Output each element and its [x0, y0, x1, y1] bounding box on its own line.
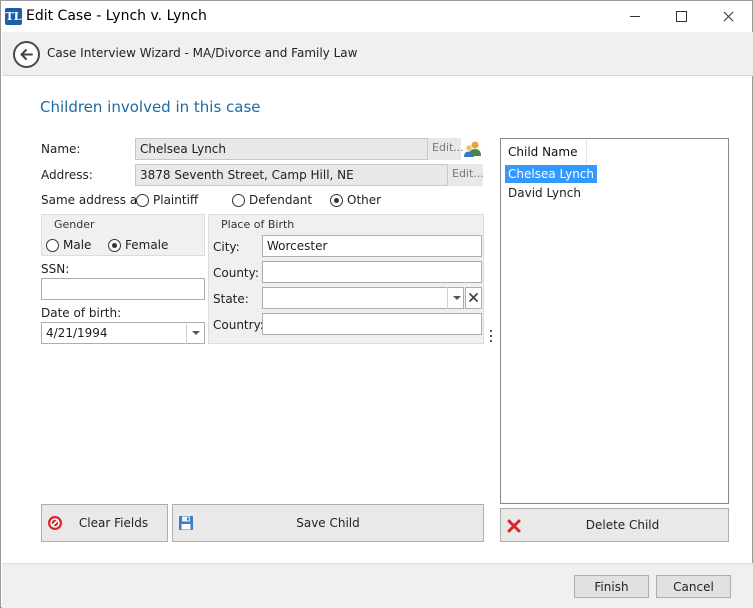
delete-child-label: Delete Child [585, 518, 660, 532]
edit-case-window: TL Edit Case - Lynch v. Lynch Case Inter… [0, 0, 753, 608]
ssn-label: SSN: [41, 262, 70, 276]
child-list[interactable]: Child Name Chelsea Lynch David Lynch [500, 138, 729, 504]
finish-button[interactable]: Finish [574, 575, 649, 598]
dob-picker[interactable]: 4/21/1994 [41, 322, 205, 344]
cancel-button[interactable]: Cancel [656, 575, 731, 598]
splitter-handle[interactable] [490, 330, 493, 346]
name-edit-link[interactable]: Edit... [427, 138, 464, 160]
city-input[interactable]: Worcester [262, 235, 482, 257]
dob-value: 4/21/1994 [46, 326, 108, 340]
same-address-label: Same address as: [41, 193, 148, 207]
title-bar: TL Edit Case - Lynch v. Lynch [1, 1, 752, 32]
list-item[interactable]: David Lynch [505, 184, 584, 202]
save-child-label: Save Child [296, 516, 360, 530]
dob-label: Date of birth: [41, 306, 122, 320]
female-radio[interactable] [108, 239, 121, 252]
list-item[interactable]: Chelsea Lynch [505, 165, 597, 183]
name-label: Name: [41, 142, 81, 156]
defendant-radio-label[interactable]: Defendant [249, 193, 312, 207]
app-logo-icon: TL [5, 8, 22, 25]
wizard-header: Case Interview Wizard - MA/Divorce and F… [2, 32, 753, 76]
save-child-button[interactable]: Save Child [172, 504, 484, 542]
state-select[interactable] [262, 287, 464, 309]
back-button[interactable] [13, 41, 40, 68]
male-radio-label[interactable]: Male [63, 238, 91, 252]
other-radio[interactable] [330, 194, 343, 207]
gender-group-title: Gender [51, 218, 98, 231]
other-radio-label[interactable]: Other [347, 193, 381, 207]
male-radio[interactable] [46, 239, 59, 252]
contact-picker-icon[interactable] [463, 139, 483, 159]
footer-bar: Finish Cancel [2, 563, 753, 608]
window-title: Edit Case - Lynch v. Lynch [26, 8, 207, 24]
plaintiff-radio-label[interactable]: Plaintiff [153, 193, 198, 207]
gender-group: Gender Male Female [41, 214, 205, 256]
clear-x-icon [469, 293, 478, 302]
name-field: Chelsea Lynch [135, 138, 461, 160]
back-arrow-icon [20, 49, 33, 60]
maximize-button[interactable] [659, 1, 705, 32]
city-label: City: [213, 240, 240, 254]
state-label: State: [213, 292, 249, 306]
clear-fields-label: Clear Fields [78, 516, 149, 530]
minimize-button[interactable] [613, 1, 659, 32]
wizard-title: Case Interview Wizard - MA/Divorce and F… [47, 46, 358, 60]
close-button[interactable] [705, 1, 751, 32]
county-label: County: [213, 266, 259, 280]
ssn-input[interactable] [41, 278, 205, 300]
section-title: Children involved in this case [40, 98, 261, 116]
female-radio-label[interactable]: Female [125, 238, 168, 252]
delete-child-button[interactable]: Delete Child [500, 508, 729, 542]
address-edit-link[interactable]: Edit... [447, 164, 484, 186]
child-name-column-header[interactable]: Child Name [501, 139, 587, 165]
cancel-label: Cancel [673, 579, 714, 594]
plaintiff-radio[interactable] [136, 194, 149, 207]
country-label: Country: [213, 318, 264, 332]
country-input[interactable] [262, 313, 482, 335]
county-input[interactable] [262, 261, 482, 283]
address-field: 3878 Seventh Street, Camp Hill, NE [135, 164, 483, 186]
place-of-birth-group: Place of Birth City: Worcester County: S… [208, 214, 484, 344]
dob-dropdown-arrow-icon[interactable] [186, 322, 204, 344]
state-dropdown-arrow-icon[interactable] [447, 287, 465, 309]
defendant-radio[interactable] [232, 194, 245, 207]
finish-label: Finish [594, 579, 629, 594]
clear-fields-button[interactable]: Clear Fields [41, 504, 168, 542]
address-label: Address: [41, 168, 93, 182]
place-of-birth-title: Place of Birth [218, 218, 298, 231]
state-clear-button[interactable] [465, 287, 482, 309]
